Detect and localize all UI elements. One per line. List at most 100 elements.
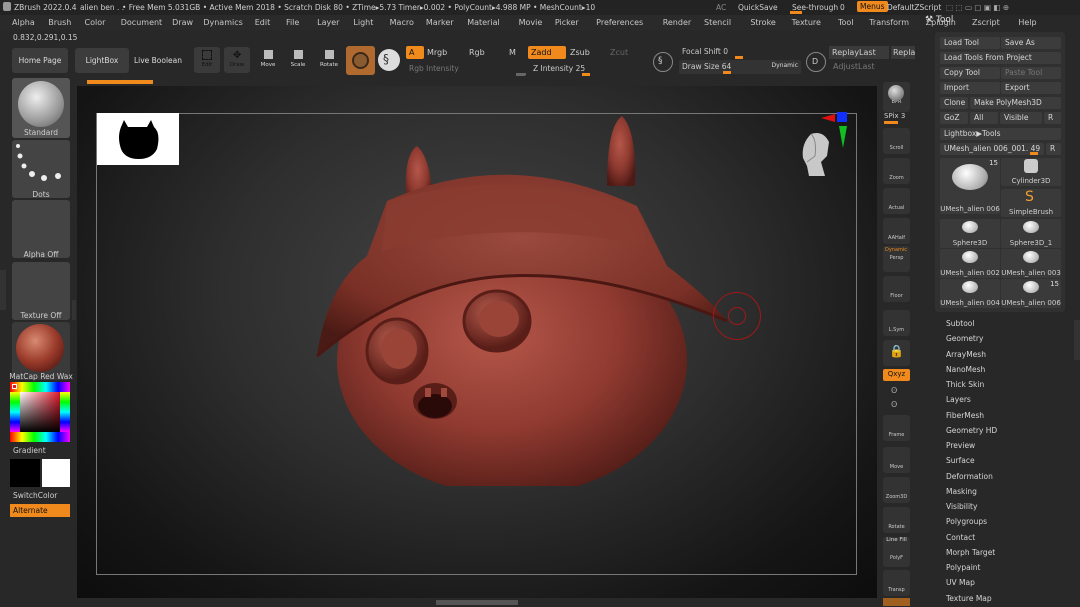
move-mode-button[interactable]: Move: [255, 47, 281, 73]
transp-button[interactable]: Transp: [883, 570, 910, 596]
ghost-button[interactable]: [883, 598, 910, 606]
subpalette-arraymesh[interactable]: ArrayMesh: [946, 350, 986, 359]
edit-mode-button[interactable]: Edit: [194, 47, 220, 73]
menu-item-edit[interactable]: Edit: [255, 18, 271, 27]
replaylast-relative-button[interactable]: Repla: [891, 46, 915, 59]
paste-tool-button[interactable]: Paste Tool: [1001, 67, 1061, 79]
tool-thumbnail-0[interactable]: UMesh_alien 006 15: [940, 158, 1000, 214]
live-boolean-button[interactable]: Live Boolean: [132, 48, 184, 73]
draw-size-slider[interactable]: Draw Size 64 Dynamic: [679, 60, 801, 74]
dynamic-toggle[interactable]: Dynamic: [772, 62, 798, 69]
zcut-toggle[interactable]: Zcut: [610, 48, 628, 57]
tool-thumbnail-4[interactable]: Sphere3D: [940, 219, 1000, 248]
all-button[interactable]: All: [970, 112, 998, 124]
menu-item-stencil[interactable]: Stencil: [704, 18, 731, 27]
menu-item-stroke[interactable]: Stroke: [750, 18, 776, 27]
left-shelf-handle[interactable]: [72, 300, 76, 320]
zoom3d-button[interactable]: Zoom3D: [883, 477, 910, 503]
z-intensity-slider[interactable]: Z Intensity 25: [530, 62, 640, 76]
rotate-mode-button[interactable]: Rotate: [316, 47, 342, 73]
goz-r-button[interactable]: R: [1044, 112, 1061, 124]
window-layout-icons[interactable]: ⬚ ⬚ ▭ ▢ ▣ ◧ ⊕: [946, 3, 1009, 12]
right-tray-handle[interactable]: [1074, 320, 1080, 360]
menu-item-picker[interactable]: Picker: [555, 18, 579, 27]
copy-tool-button[interactable]: Copy Tool: [940, 67, 1000, 79]
subpalette-preview[interactable]: Preview: [946, 441, 975, 450]
menu-item-alpha[interactable]: Alpha: [12, 18, 35, 27]
sym-icon-2[interactable]: ʘ: [891, 400, 897, 409]
main-color-swatch[interactable]: [10, 459, 40, 487]
mrgb-toggle[interactable]: Mrgb: [427, 48, 447, 57]
bottom-tray-handle[interactable]: [436, 600, 518, 605]
subpalette-polygroups[interactable]: Polygroups: [946, 517, 987, 526]
bpr-button[interactable]: BPR: [883, 82, 910, 112]
quicksave-button[interactable]: QuickSave: [738, 3, 778, 12]
focal-shift-slider[interactable]: Focal Shift 0: [679, 45, 799, 59]
rgb-toggle[interactable]: Rgb: [469, 48, 485, 57]
menu-item-dynamics[interactable]: Dynamics: [203, 18, 242, 27]
secondary-color-swatch[interactable]: [42, 459, 70, 487]
menu-item-color[interactable]: Color: [85, 18, 106, 27]
left-tray-handle[interactable]: [0, 270, 6, 310]
menu-item-movie[interactable]: Movie: [519, 18, 543, 27]
tool-thumbnail-8[interactable]: UMesh_alien 004: [940, 279, 1000, 308]
menu-item-marker[interactable]: Marker: [426, 18, 454, 27]
subpalette-geometry[interactable]: Geometry: [946, 334, 983, 343]
lightbox-tools-button[interactable]: Lightbox▶Tools: [940, 128, 1061, 140]
adjustlast-button[interactable]: AdjustLast: [833, 62, 875, 71]
home-page-button[interactable]: Home Page: [12, 48, 68, 73]
import-button[interactable]: Import: [940, 82, 1000, 94]
subpalette-contact[interactable]: Contact: [946, 533, 975, 542]
save-as-button[interactable]: Save As: [1001, 37, 1061, 49]
rgb-intensity-slider[interactable]: Rgb Intensity: [406, 62, 526, 76]
color-picker[interactable]: [10, 382, 70, 442]
switch-color-button[interactable]: SwitchColor: [13, 491, 57, 500]
tool-thumbnail-6[interactable]: UMesh_alien 002: [940, 249, 1000, 278]
sym-icon-1[interactable]: ʘ: [891, 386, 897, 395]
menu-item-material[interactable]: Material: [467, 18, 500, 27]
actual-button[interactable]: Actual: [883, 188, 910, 214]
menu-item-preferences[interactable]: Preferences: [596, 18, 643, 27]
gradient-toggle[interactable]: Gradient: [13, 446, 46, 455]
menu-item-render[interactable]: Render: [663, 18, 691, 27]
zoom-button[interactable]: Zoom: [883, 158, 910, 184]
menu-item-transform[interactable]: Transform: [869, 18, 909, 27]
zsub-toggle[interactable]: Zsub: [570, 48, 590, 57]
subpalette-fibermesh[interactable]: FiberMesh: [946, 411, 984, 420]
aahalf-button[interactable]: AAHalf: [883, 218, 910, 244]
dynamic-mode-button[interactable]: D: [806, 52, 826, 72]
lightbox-button[interactable]: LightBox: [75, 48, 129, 73]
subpalette-layers[interactable]: Layers: [946, 395, 971, 404]
subpalette-polypaint[interactable]: Polypaint: [946, 563, 981, 572]
rotate-view-button[interactable]: Rotate: [883, 507, 910, 533]
spotlight-button[interactable]: §: [378, 49, 400, 71]
subpalette-deformation[interactable]: Deformation: [946, 472, 993, 481]
subpalette-nanomesh[interactable]: NanoMesh: [946, 365, 985, 374]
material-swatch-button[interactable]: [346, 46, 375, 75]
menu-item-zscript[interactable]: Zscript: [972, 18, 1000, 27]
menu-item-tool[interactable]: Tool: [838, 18, 854, 27]
load-tool-button[interactable]: Load Tool: [940, 37, 1000, 49]
zadd-toggle[interactable]: Zadd: [528, 46, 566, 59]
line-fill-polyf-button[interactable]: Line Fill PolyF: [883, 537, 910, 567]
spix-control[interactable]: SPix 3: [884, 112, 905, 124]
default-zscript-button[interactable]: DefaultZScript: [887, 3, 941, 12]
see-through-value[interactable]: 0: [840, 3, 845, 12]
menu-item-draw[interactable]: Draw: [172, 18, 193, 27]
export-button[interactable]: Export: [1001, 82, 1061, 94]
scroll-button[interactable]: Scroll: [883, 128, 910, 154]
axis-indicator[interactable]: [821, 112, 847, 148]
subpalette-subtool[interactable]: Subtool: [946, 319, 974, 328]
menu-item-light[interactable]: Light: [353, 18, 373, 27]
menu-item-macro[interactable]: Macro: [390, 18, 414, 27]
replaylast-button[interactable]: ReplayLast: [829, 46, 889, 59]
subpalette-visibility[interactable]: Visibility: [946, 502, 977, 511]
load-tools-from-project-button[interactable]: Load Tools From Project: [940, 52, 1061, 64]
alternate-toggle[interactable]: Alternate: [10, 504, 70, 517]
tool-thumbnail-3[interactable]: S SimpleBrush: [1001, 189, 1061, 217]
subpalette-surface[interactable]: Surface: [946, 456, 975, 465]
subpalette-thick-skin[interactable]: Thick Skin: [946, 380, 984, 389]
menu-item-document[interactable]: Document: [121, 18, 162, 27]
floor-button[interactable]: Floor: [883, 276, 910, 302]
tool-thumbnail-7[interactable]: UMesh_alien 003: [1001, 249, 1061, 278]
